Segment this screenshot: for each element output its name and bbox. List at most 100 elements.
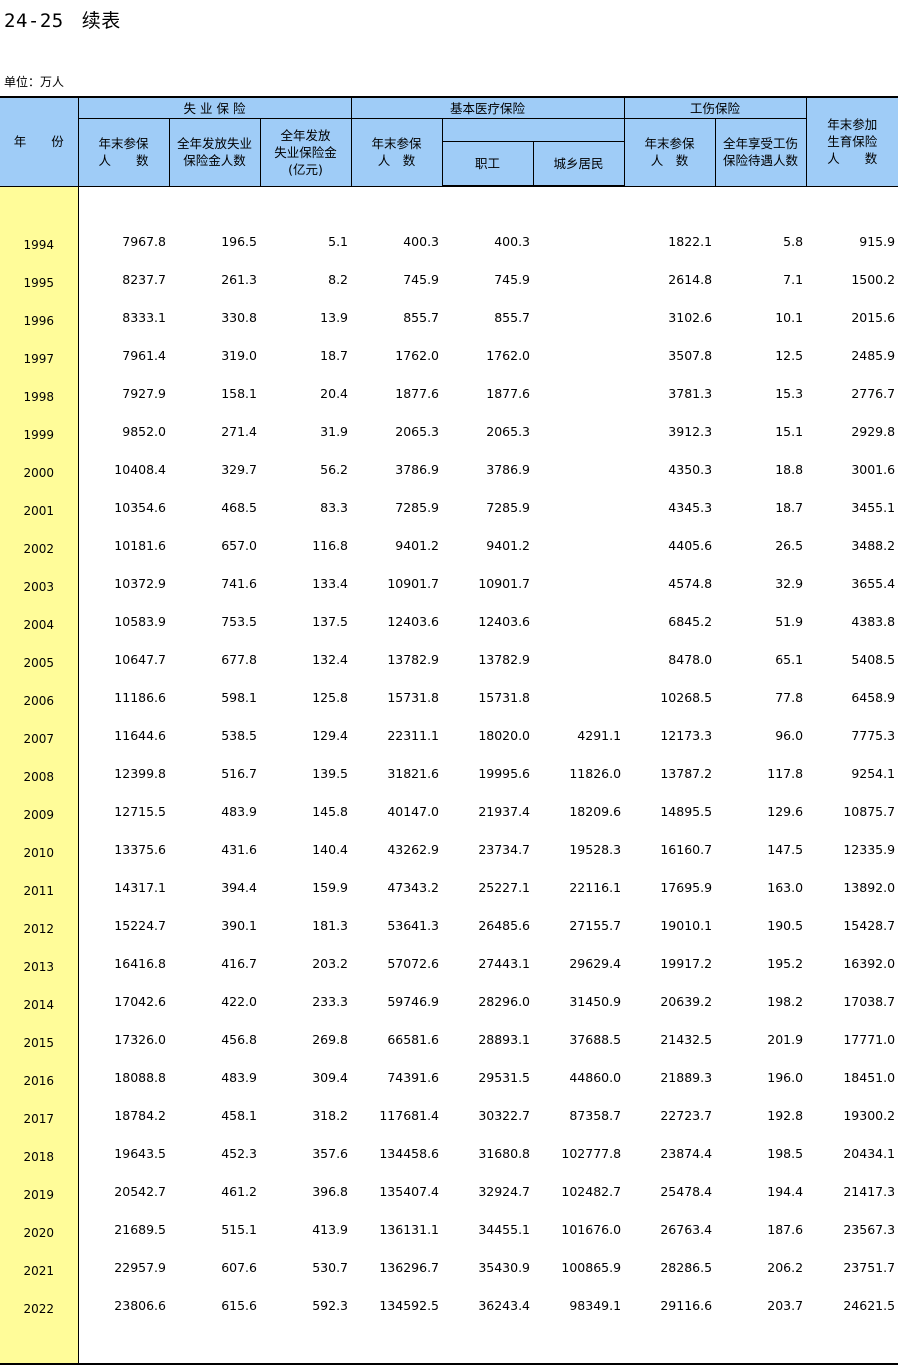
cell-med-staff: 18020.0 <box>478 728 531 743</box>
cell-inj-insured: 25478.4 <box>660 1184 713 1199</box>
cell-unemp-benefit-people: 416.7 <box>221 956 257 971</box>
cell-unemp-benefit-people: 452.3 <box>221 1146 257 1161</box>
year-cell: 2008 <box>0 754 79 793</box>
cell-med-residents <box>533 413 624 451</box>
cell-inj-benefit: 195.2 <box>767 956 804 971</box>
cell-inj-benefit: 201.9 <box>767 1032 804 1047</box>
cell-inj-benefit: 96.0 <box>775 728 804 743</box>
cell-med-insured: 13782.9 <box>387 652 440 667</box>
header-unemployment-group: 失 业 保 险 <box>77 96 352 119</box>
cell-unemp-benefit-amount: 269.8 <box>312 1032 349 1047</box>
cell-med-insured: 74391.6 <box>387 1070 440 1085</box>
cell-unemp-benefit-people: 431.6 <box>221 842 257 857</box>
cell-unemp-benefit-people: 657.0 <box>221 538 257 553</box>
header-medical-group: 基本医疗保险 <box>350 96 625 119</box>
cell-unemp-benefit-amount: 133.4 <box>312 576 349 591</box>
cell-unemp-benefit-people: 483.9 <box>221 804 257 819</box>
cell-inj-insured: 22723.7 <box>660 1108 713 1123</box>
cell-unemp-insured: 21689.5 <box>114 1222 166 1237</box>
cell-inj-insured: 3912.3 <box>668 424 713 439</box>
cell-unemp-benefit-amount: 592.3 <box>312 1298 349 1313</box>
cell-med-insured: 400.3 <box>403 234 440 249</box>
cell-unemp-benefit-people: 394.4 <box>221 880 257 895</box>
cell-inj-benefit: 12.5 <box>775 348 804 363</box>
table-row: 2007 11644.6 538.5 129.4 22311.1 18020.0 4291.… <box>0 716 898 755</box>
cell-unemp-benefit-amount: 31.9 <box>320 424 349 439</box>
table-row: 2011 14317.1 394.4 159.9 47343.2 25227.1 22116… <box>0 868 898 907</box>
year-cell: 1999 <box>0 412 79 451</box>
year-cell: 2018 <box>0 1134 79 1173</box>
year-cell: 2017 <box>0 1096 79 1135</box>
cell-maternity-insured: 17038.7 <box>843 994 896 1009</box>
cell-med-insured: 3786.9 <box>395 462 440 477</box>
cell-med-residents: 31450.9 <box>569 994 622 1009</box>
cell-med-insured: 10901.7 <box>387 576 440 591</box>
cell-inj-benefit: 32.9 <box>775 576 804 591</box>
cell-maternity-insured: 2776.7 <box>851 386 896 401</box>
cell-med-residents: 22116.1 <box>569 880 622 895</box>
cell-unemp-insured: 11644.6 <box>114 728 166 743</box>
cell-unemp-insured: 8237.7 <box>122 272 166 287</box>
cell-unemp-insured: 10647.7 <box>114 652 166 667</box>
table-row: 2013 16416.8 416.7 203.2 57072.6 27443.1 29629… <box>0 944 898 983</box>
cell-inj-benefit: 206.2 <box>767 1260 804 1275</box>
cell-maternity-insured: 6458.9 <box>851 690 896 705</box>
cell-unemp-benefit-amount: 139.5 <box>312 766 349 781</box>
cell-unemp-benefit-people: 468.5 <box>221 500 257 515</box>
year-cell: 2012 <box>0 906 79 945</box>
table-row: 1997 7961.4 319.0 18.7 1762.0 1762.0 3507.8 12.… <box>0 336 898 375</box>
cell-med-insured: 66581.6 <box>387 1032 440 1047</box>
cell-inj-insured: 13787.2 <box>660 766 713 781</box>
cell-med-staff: 26485.6 <box>478 918 531 933</box>
cell-unemp-benefit-people: 515.1 <box>221 1222 257 1237</box>
cell-unemp-insured: 7967.8 <box>122 234 166 249</box>
cell-med-residents: 44860.0 <box>569 1070 622 1085</box>
cell-med-insured: 1762.0 <box>395 348 440 363</box>
cell-unemp-benefit-amount: 129.4 <box>312 728 349 743</box>
cell-med-residents: 87358.7 <box>569 1108 622 1123</box>
header-med-sub-blank <box>441 118 625 142</box>
cell-unemp-benefit-amount: 140.4 <box>312 842 349 857</box>
cell-med-staff: 855.7 <box>494 310 531 325</box>
cell-unemp-benefit-amount: 8.2 <box>328 272 349 287</box>
cell-med-staff: 13782.9 <box>478 652 531 667</box>
cell-unemp-insured: 18784.2 <box>114 1108 166 1123</box>
cell-unemp-benefit-people: 158.1 <box>221 386 257 401</box>
table-row: 1998 7927.9 158.1 20.4 1877.6 1877.6 3781.3 15.… <box>0 374 898 413</box>
cell-inj-insured: 8478.0 <box>668 652 713 667</box>
cell-inj-benefit: 163.0 <box>767 880 804 895</box>
cell-unemp-benefit-people: 390.1 <box>221 918 257 933</box>
cell-unemp-benefit-people: 261.3 <box>221 272 257 287</box>
cell-inj-benefit: 51.9 <box>775 614 804 629</box>
header-med-staff: 职工 <box>441 141 534 187</box>
year-cell: 2000 <box>0 450 79 489</box>
cell-unemp-insured: 20542.7 <box>114 1184 166 1199</box>
year-cell <box>0 186 79 223</box>
table-row: 2019 20542.7 461.2 396.8 135407.4 32924.7 1024… <box>0 1172 898 1211</box>
cell-unemp-benefit-amount: 181.3 <box>312 918 349 933</box>
cell-unemp-benefit-people: 741.6 <box>221 576 257 591</box>
cell-med-insured: 1877.6 <box>395 386 440 401</box>
cell-med-staff: 745.9 <box>494 272 531 287</box>
cell-maternity-insured: 21417.3 <box>843 1184 896 1199</box>
table-row: 2008 12399.8 516.7 139.5 31821.6 19995.6 11826… <box>0 754 898 793</box>
cell-unemp-benefit-people: 330.8 <box>221 310 257 325</box>
cell-unemp-benefit-people: 516.7 <box>221 766 257 781</box>
cell-unemp-benefit-amount: 18.7 <box>320 348 349 363</box>
table-row: 2003 10372.9 741.6 133.4 10901.7 10901.7 4574.… <box>0 564 898 603</box>
table-row: 2018 19643.5 452.3 357.6 134458.6 31680.8 1027… <box>0 1134 898 1173</box>
header-maternity-line3: 人 数 <box>827 151 878 167</box>
year-cell: 2009 <box>0 792 79 831</box>
cell-med-staff: 1762.0 <box>486 348 531 363</box>
cell-unemp-benefit-people: 538.5 <box>221 728 257 743</box>
cell-med-insured: 12403.6 <box>387 614 440 629</box>
year-cell: 2006 <box>0 678 79 717</box>
cell-unemp-benefit-amount: 125.8 <box>312 690 349 705</box>
table-row: 2015 17326.0 456.8 269.8 66581.6 28893.1 37688… <box>0 1020 898 1059</box>
cell-unemp-insured: 22957.9 <box>114 1260 166 1275</box>
cell-maternity-insured: 20434.1 <box>843 1146 896 1161</box>
cell-inj-insured: 12173.3 <box>660 728 713 743</box>
cell-unemp-insured: 10354.6 <box>114 500 166 515</box>
cell-med-staff: 28296.0 <box>478 994 531 1009</box>
table-row: 2016 18088.8 483.9 309.4 74391.6 29531.5 44860… <box>0 1058 898 1097</box>
